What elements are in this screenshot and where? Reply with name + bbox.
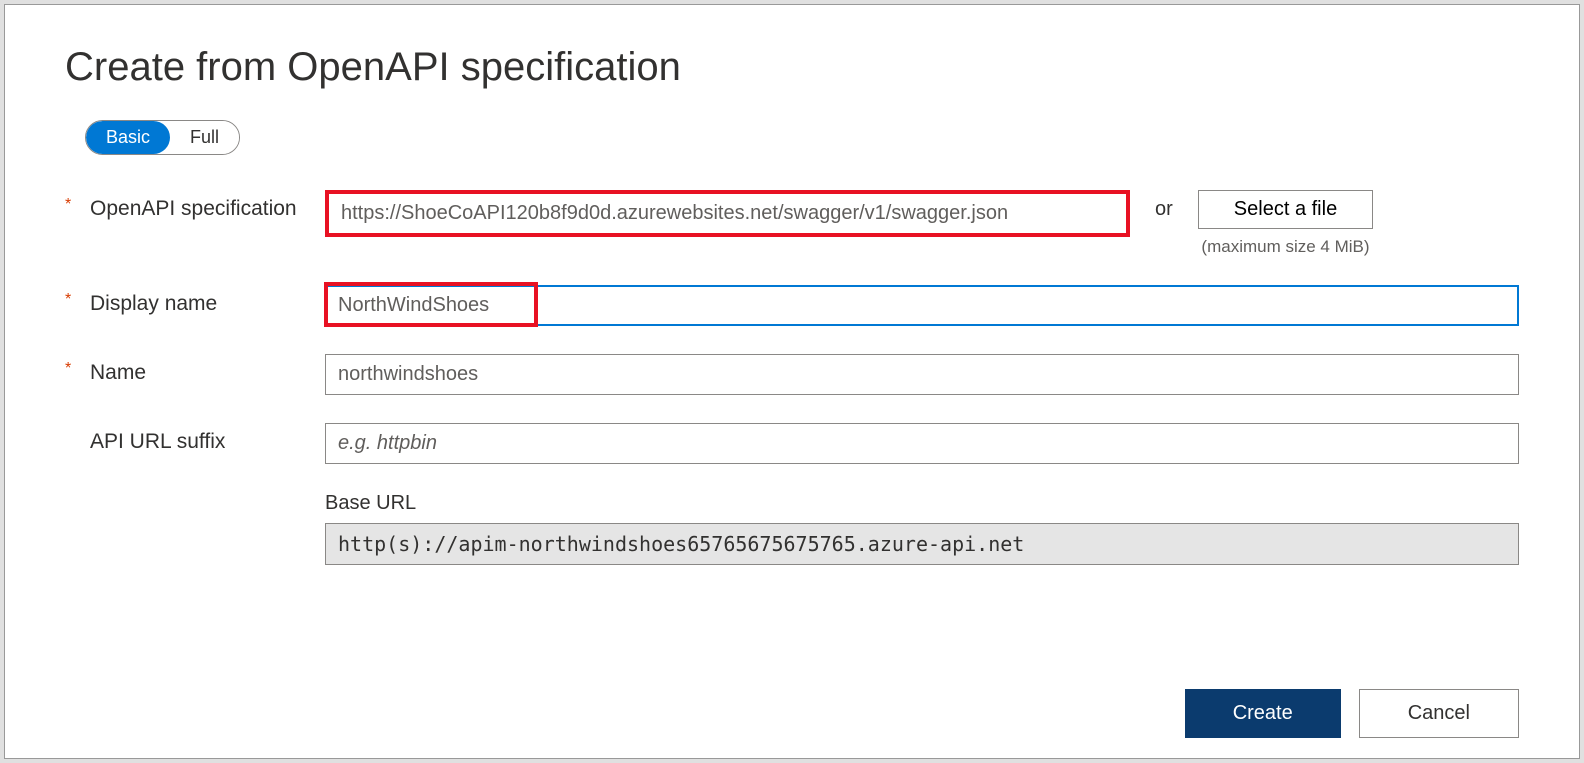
required-marker: * [65, 354, 90, 378]
base-url-input [325, 523, 1519, 565]
base-url-group: Base URL [325, 492, 1519, 565]
create-openapi-modal: Create from OpenAPI specification Basic … [4, 4, 1580, 759]
required-marker: * [65, 190, 90, 214]
openapi-spec-input[interactable] [329, 194, 1126, 233]
openapi-spec-row: * OpenAPI specification or Select a file… [65, 190, 1519, 257]
display-name-row: * Display name [65, 285, 1519, 326]
display-name-label: Display name [90, 285, 325, 318]
file-select-group: Select a file (maximum size 4 MiB) [1198, 190, 1373, 257]
display-name-input[interactable] [325, 285, 1519, 326]
cancel-button[interactable]: Cancel [1359, 689, 1519, 738]
select-file-button[interactable]: Select a file [1198, 190, 1373, 229]
view-toggle: Basic Full [85, 120, 240, 155]
required-marker-empty [65, 423, 90, 429]
name-label: Name [90, 354, 325, 387]
modal-footer: Create Cancel [1185, 689, 1519, 738]
create-button[interactable]: Create [1185, 689, 1341, 738]
openapi-spec-highlight [325, 190, 1130, 237]
api-url-suffix-label: API URL suffix [90, 423, 325, 456]
name-row: * Name [65, 354, 1519, 395]
or-text: or [1155, 190, 1173, 221]
name-input[interactable] [325, 354, 1519, 395]
api-url-suffix-input[interactable] [325, 423, 1519, 464]
required-marker: * [65, 285, 90, 309]
toggle-full-button[interactable]: Full [170, 121, 239, 154]
openapi-spec-label: OpenAPI specification [90, 190, 325, 223]
toggle-basic-button[interactable]: Basic [86, 121, 170, 154]
file-size-hint: (maximum size 4 MiB) [1201, 237, 1369, 257]
base-url-label: Base URL [325, 492, 1519, 515]
api-url-suffix-row: API URL suffix [65, 423, 1519, 464]
modal-title: Create from OpenAPI specification [65, 45, 1519, 90]
